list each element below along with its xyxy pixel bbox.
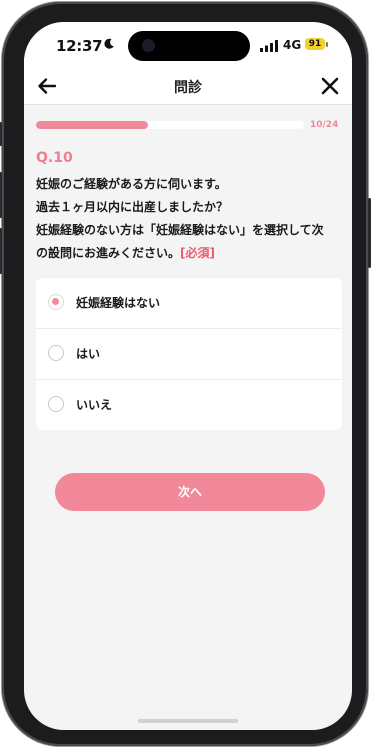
question-line: 妊娠経験のない方は「妊娠経験はない」を選択して次 xyxy=(36,223,324,237)
question-text: 妊娠のご経験がある方に伺います。 過去１ヶ月以内に出産しましたか？ 妊娠経験のな… xyxy=(36,173,346,265)
moon-icon xyxy=(104,38,114,49)
question-line-text: の設問にお進みください。 xyxy=(36,246,181,260)
answer-options: 妊娠経験はない はい いいえ xyxy=(36,278,342,430)
battery-tip xyxy=(326,42,328,47)
home-indicator xyxy=(138,719,238,723)
close-icon[interactable] xyxy=(320,76,340,96)
radio-button[interactable] xyxy=(48,345,64,361)
radio-button[interactable] xyxy=(48,294,64,310)
volume-up-button xyxy=(0,172,2,218)
option-yes[interactable]: はい xyxy=(36,329,342,380)
question-line: 妊娠のご経験がある方に伺います。 xyxy=(36,177,227,191)
status-bar: 12:37 4G 91 xyxy=(24,22,352,68)
radio-button[interactable] xyxy=(48,396,64,412)
progress-count: 10/24 xyxy=(310,120,339,130)
dynamic-island xyxy=(128,31,250,61)
screen: 12:37 4G 91 問診 10/24 Q.10 妊娠のご経験がある方に伺いま… xyxy=(24,22,352,730)
question-number: Q.10 xyxy=(36,150,73,166)
signal-icon xyxy=(260,40,278,52)
option-label: いいえ xyxy=(76,398,113,412)
volume-down-button xyxy=(0,228,2,274)
option-no[interactable]: いいえ xyxy=(36,380,342,430)
camera-icon xyxy=(142,39,155,52)
status-time: 12:37 xyxy=(56,37,103,55)
phone-frame: 12:37 4G 91 問診 10/24 Q.10 妊娠のご経験がある方に伺いま… xyxy=(0,2,371,746)
option-label: はい xyxy=(76,347,101,361)
progress-bar xyxy=(36,121,304,129)
question-line-last: の設問にお進みください。[必須] xyxy=(36,242,346,265)
question-line: 過去１ヶ月以内に出産しましたか？ xyxy=(36,200,229,214)
battery-level: 91 xyxy=(308,39,322,49)
battery-icon: 91 xyxy=(305,38,325,50)
required-tag: [必須] xyxy=(180,246,215,260)
option-no-pregnancy[interactable]: 妊娠経験はない xyxy=(36,278,342,329)
action-button xyxy=(0,122,2,146)
power-button xyxy=(368,198,371,268)
option-label: 妊娠経験はない xyxy=(76,296,161,310)
progress-fill xyxy=(36,121,148,129)
next-button[interactable]: 次へ xyxy=(55,473,325,511)
nav-bar: 問診 xyxy=(24,68,352,105)
page-title: 問診 xyxy=(174,80,202,96)
network-label: 4G xyxy=(283,38,302,52)
